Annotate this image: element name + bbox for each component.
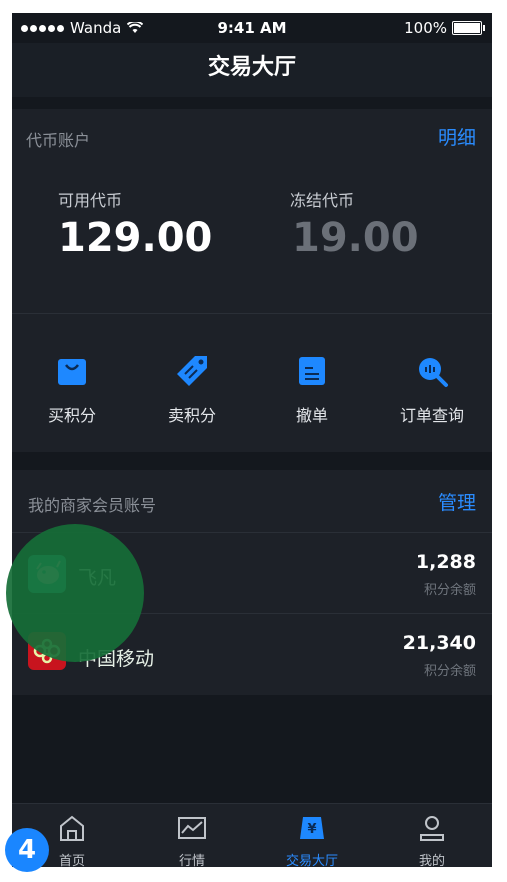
tab-trading-hall[interactable]: ¥ 交易大厅 [252,804,372,867]
price-tag-icon [177,356,207,386]
merchant-accounts-title: 我的商家会员账号 [28,496,157,515]
feifan-logo-mark [36,560,61,584]
merchant-row-feifan[interactable]: 飞凡 1,288 积分余额 [12,533,492,613]
merchant-accounts-card: 我的商家会员账号 管理 飞凡 1,288 积分余额 中国移动 21,340 积分… [12,470,492,695]
svg-text:¥: ¥ [307,822,316,837]
battery-icon [452,21,485,35]
points-balance-label: 积分余额 [423,583,476,598]
merchant-name: 中国移动 [78,648,155,670]
merchant-row-china-mobile[interactable]: 中国移动 21,340 积分余额 [12,614,492,694]
cancel-order-icon [299,357,325,385]
merchant-name: 飞凡 [78,567,117,589]
shopping-bag-icon [58,359,86,385]
available-token-label: 可用代币 [58,191,123,210]
feifan-logo [28,555,66,593]
buy-points-label: 买积分 [47,406,96,425]
tab-mine-label: 我的 [418,854,445,867]
points-balance-label: 积分余额 [423,664,476,679]
phone-screen: Wanda 9:41 AM 100% 交易大厅 代币账户 明细 可用代币 129… [12,13,492,867]
step-badge: 4 [5,828,49,872]
status-bar: Wanda 9:41 AM 100% [12,13,492,43]
divider [12,313,492,314]
order-query-button[interactable]: 订单查询 [372,334,492,444]
available-token-value: 129.00 [58,215,213,261]
tab-trading-hall-label: 交易大厅 [285,854,338,867]
page-title: 交易大厅 [12,43,492,97]
manage-link[interactable]: 管理 [438,488,476,515]
order-query-label: 订单查询 [399,406,464,425]
user-icon [420,816,444,841]
sell-points-label: 卖积分 [167,406,216,425]
home-icon [60,815,84,841]
order-search-icon [419,358,448,387]
cancel-order-button[interactable]: 撤单 [252,334,372,444]
points-balance: 1,288 [415,551,476,573]
action-bar: 买积分 卖积分 撤单 订单查询 [12,334,492,444]
token-account-card: 代币账户 明细 可用代币 129.00 冻结代币 19.00 买积分 卖积分 撤… [12,109,492,452]
points-balance: 21,340 [402,632,476,654]
frozen-token-value: 19.00 [292,215,419,261]
frozen-token-label: 冻结代币 [290,191,355,210]
battery-info: 100% [404,19,485,37]
china-mobile-logo [28,632,66,670]
cancel-order-label: 撤单 [295,406,328,425]
token-account-title: 代币账户 [26,131,91,150]
tab-market[interactable]: 行情 [132,804,252,867]
tab-market-label: 行情 [178,854,205,867]
tab-bar: 首页 行情 ¥ 交易大厅 我的 [12,803,492,867]
buy-points-button[interactable]: 买积分 [12,334,132,444]
tab-mine[interactable]: 我的 [372,804,492,867]
china-mobile-logo-mark [33,638,61,664]
sell-points-button[interactable]: 卖积分 [132,334,252,444]
trading-hall-icon: ¥ [300,817,324,839]
detail-link[interactable]: 明细 [438,123,476,150]
chart-icon [178,817,206,839]
battery-percent: 100% [404,19,447,37]
